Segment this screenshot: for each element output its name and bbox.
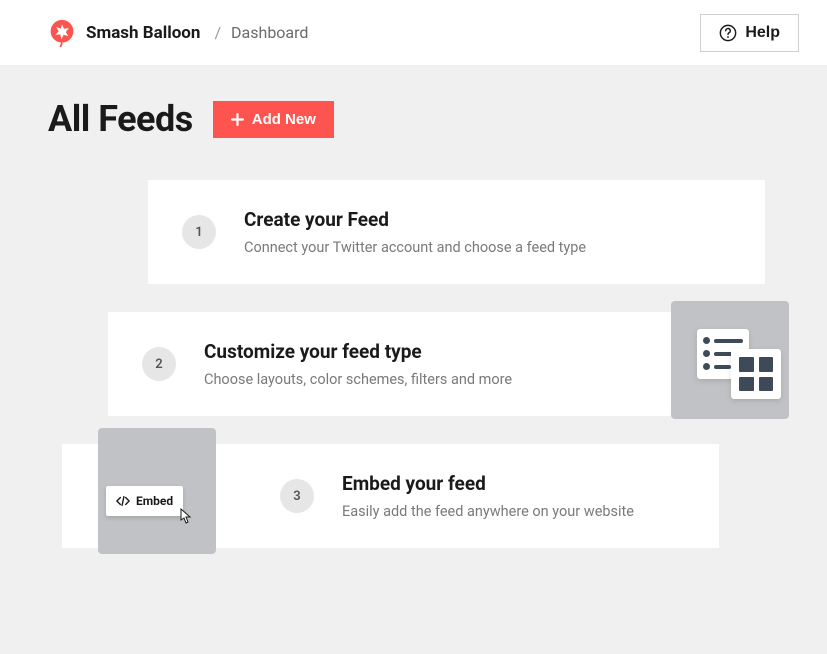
- step-title: Embed your feed: [342, 472, 685, 495]
- title-row: All Feeds Add New: [48, 98, 779, 140]
- help-label: Help: [745, 24, 780, 42]
- step-body: 3 Embed your feed Easily add the feed an…: [244, 472, 685, 520]
- step-number: 2: [142, 347, 176, 381]
- cursor-icon: [176, 508, 192, 528]
- top-bar: Smash Balloon / Dashboard Help: [0, 0, 827, 66]
- step-card-1: 1 Create your Feed Connect your Twitter …: [148, 180, 765, 284]
- step-text: Customize your feed type Choose layouts,…: [204, 340, 641, 388]
- brand-logo-icon: [48, 19, 76, 47]
- code-icon: [116, 495, 130, 507]
- add-new-button[interactable]: Add New: [213, 101, 334, 138]
- page-title: All Feeds: [48, 98, 193, 140]
- brand: Smash Balloon / Dashboard: [48, 19, 308, 47]
- onboarding-steps: 1 Create your Feed Connect your Twitter …: [48, 180, 779, 548]
- step-card-3: Embed 3 Embed your feed Easily add the f…: [62, 444, 719, 548]
- breadcrumb: Dashboard: [231, 23, 308, 42]
- add-new-label: Add New: [252, 111, 316, 128]
- breadcrumb-separator: /: [214, 23, 221, 42]
- step-number: 1: [182, 215, 216, 249]
- embed-chip-label: Embed: [136, 494, 173, 508]
- embed-illustration: Embed: [96, 426, 216, 556]
- grid-layout-icon: [731, 349, 781, 399]
- step-text: Create your Feed Connect your Twitter ac…: [244, 208, 731, 256]
- help-icon: [719, 24, 737, 42]
- step-card-2: 2 Customize your feed type Choose layout…: [108, 312, 779, 416]
- layout-illustration: [669, 299, 789, 419]
- step-title: Create your Feed: [244, 208, 731, 231]
- help-button[interactable]: Help: [700, 14, 799, 52]
- plus-icon: [231, 113, 244, 126]
- embed-chip: Embed: [106, 486, 183, 516]
- main-content: All Feeds Add New 1 Create your Feed Con…: [0, 66, 827, 580]
- step-number: 3: [280, 479, 314, 513]
- step-description: Easily add the feed anywhere on your web…: [342, 503, 685, 520]
- step-text: Embed your feed Easily add the feed anyw…: [342, 472, 685, 520]
- step-title: Customize your feed type: [204, 340, 641, 363]
- step-description: Connect your Twitter account and choose …: [244, 239, 731, 256]
- brand-name: Smash Balloon: [86, 23, 200, 43]
- step-description: Choose layouts, color schemes, filters a…: [204, 371, 641, 388]
